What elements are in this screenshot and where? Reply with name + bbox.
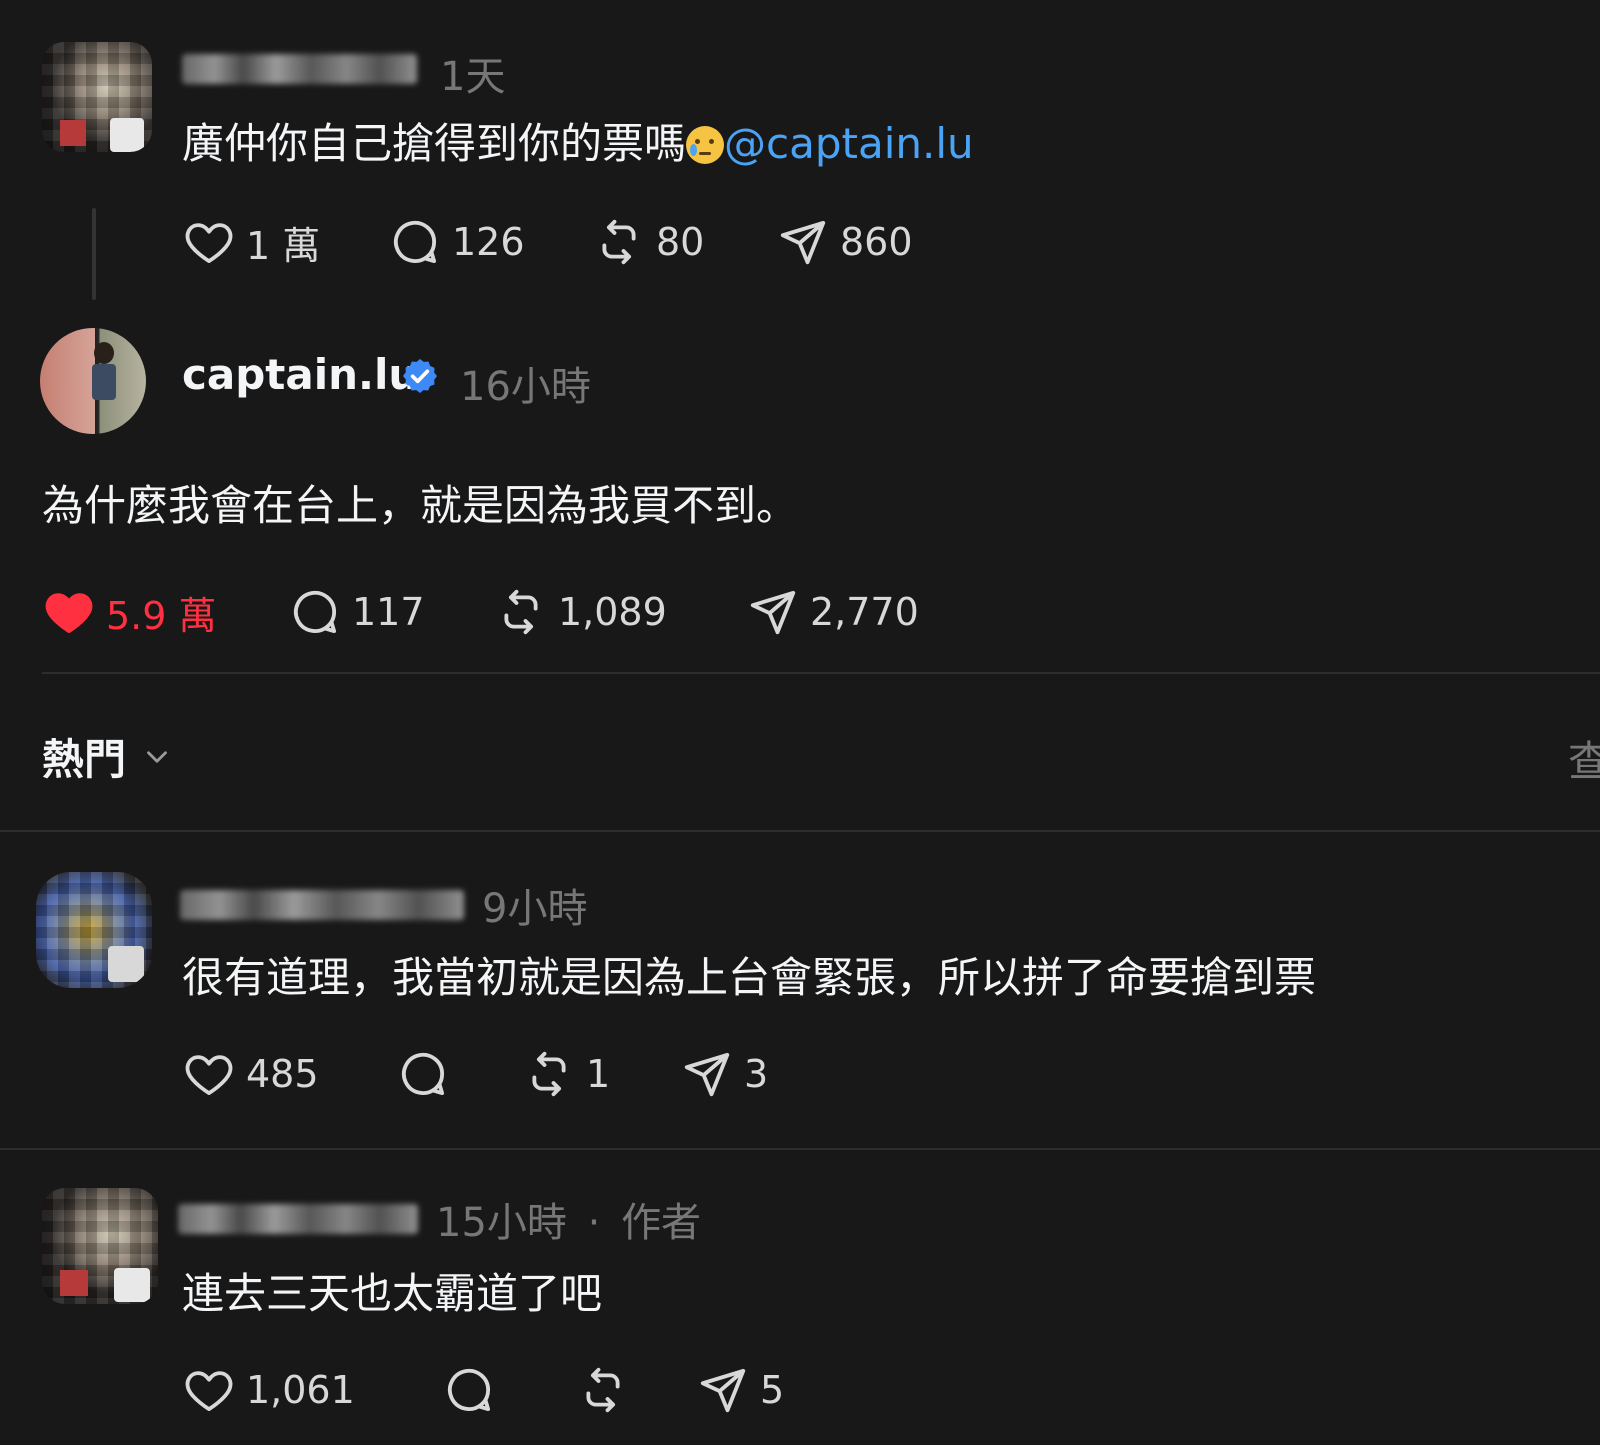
repost-count: 1,089 [558, 590, 667, 634]
reply-item: 9小時 很有道理，我當初就是因為上台會緊張，所以拼了命要搶到票 485 1 3 [0, 832, 1600, 1148]
meta-separator: · [587, 1200, 601, 1246]
share-button[interactable]: 3 [680, 1044, 768, 1104]
thread-line [92, 208, 96, 300]
reply-button[interactable] [396, 1044, 460, 1104]
repost-button[interactable]: 80 [592, 212, 704, 272]
reply-time: 9小時 [482, 886, 588, 932]
avatar[interactable] [36, 872, 152, 988]
post-time: 1天 [440, 54, 506, 100]
post-text: 為什麼我會在台上，就是因為我買不到。 [42, 481, 799, 530]
repost-count: 80 [656, 220, 705, 264]
post-text: 廣仲你自己搶得到你的票嗎 @captain.lu [182, 110, 974, 171]
reply-meta: 15小時 · 作者 [436, 1190, 701, 1248]
repost-count: 1 [586, 1052, 611, 1096]
comment-icon [393, 220, 437, 264]
mention-link[interactable]: @captain.lu [724, 119, 974, 168]
username-blurred[interactable] [182, 54, 417, 84]
share-count: 2,770 [810, 590, 919, 634]
username-blurred[interactable] [180, 890, 464, 920]
main-post: captain.lu 16小時 為什麼我會在台上，就是因為我買不到。 5.9 萬… [0, 310, 1600, 680]
reply-count: 117 [352, 590, 425, 634]
heart-icon [185, 1055, 233, 1096]
avatar[interactable] [42, 42, 152, 152]
share-count: 3 [744, 1052, 769, 1096]
chevron-down-icon [147, 750, 167, 763]
post-time: 16小時 [460, 364, 591, 410]
repost-icon [504, 589, 538, 635]
avatar[interactable] [42, 1188, 158, 1304]
reply-count: 126 [452, 220, 525, 264]
parent-action-bar: 1 萬 126 80 860 [182, 212, 982, 272]
comment-icon [293, 590, 337, 634]
share-button[interactable]: 2,770 [746, 582, 919, 642]
share-button[interactable]: 5 [696, 1360, 784, 1420]
heart-icon [185, 1371, 233, 1412]
send-icon [684, 1052, 730, 1097]
like-button[interactable]: 1,061 [182, 1360, 355, 1420]
reply-item: 15小時 · 作者 連去三天也太霸道了吧 1,061 5 [0, 1150, 1600, 1445]
like-count: 1 萬 [246, 223, 321, 268]
repost-icon [602, 219, 636, 265]
reply-text: 連去三天也太霸道了吧 [182, 1269, 603, 1318]
reply-action-bar: 485 1 3 [182, 1044, 882, 1104]
repost-button[interactable]: 1,089 [494, 582, 667, 642]
like-count: 485 [246, 1052, 319, 1096]
like-button[interactable]: 1 萬 [182, 212, 320, 272]
author-tag: 作者 [621, 1200, 702, 1246]
like-count: 5.9 萬 [106, 593, 217, 638]
like-button[interactable]: 485 [182, 1044, 319, 1104]
verified-badge-icon [400, 356, 440, 396]
reply-button[interactable] [442, 1360, 506, 1420]
like-count: 1,061 [246, 1368, 355, 1412]
username-blurred[interactable] [178, 1204, 418, 1234]
comment-icon [401, 1052, 445, 1096]
share-count: 5 [760, 1368, 785, 1412]
repost-icon [586, 1367, 620, 1413]
reply-button[interactable]: 117 [288, 582, 425, 642]
share-count: 860 [840, 220, 913, 264]
repost-icon [532, 1051, 566, 1097]
author-name[interactable]: captain.lu [182, 350, 418, 399]
parent-post: 1天 廣仲你自己搶得到你的票嗎 @captain.lu 1 萬 126 80 86… [0, 0, 1600, 310]
repost-button[interactable] [576, 1360, 640, 1420]
reply-text: 很有道理，我當初就是因為上台會緊張，所以拼了命要搶到票 [182, 953, 1317, 1002]
reply-button[interactable]: 126 [388, 212, 525, 272]
heart-filled-icon [45, 593, 93, 634]
main-action-bar: 5.9 萬 117 1,089 2,770 [42, 582, 942, 642]
sort-dropdown[interactable]: 熱門 [42, 726, 174, 787]
avatar[interactable] [40, 328, 146, 434]
sort-label: 熱門 [42, 735, 127, 784]
post-text-content: 廣仲你自己搶得到你的票嗎 [182, 119, 687, 168]
view-activity-link[interactable]: 查 [1568, 728, 1600, 789]
divider [42, 672, 1600, 674]
send-icon [700, 1368, 746, 1413]
send-icon [750, 590, 796, 635]
repost-button[interactable]: 1 [522, 1044, 610, 1104]
share-button[interactable]: 860 [776, 212, 913, 272]
send-icon [780, 220, 826, 265]
like-button[interactable]: 5.9 萬 [42, 582, 217, 642]
reply-action-bar: 1,061 5 [182, 1360, 882, 1420]
heart-icon [185, 223, 233, 264]
crying-face-emoji [686, 126, 725, 164]
reply-time: 15小時 [436, 1200, 567, 1246]
comment-icon [447, 1368, 491, 1412]
